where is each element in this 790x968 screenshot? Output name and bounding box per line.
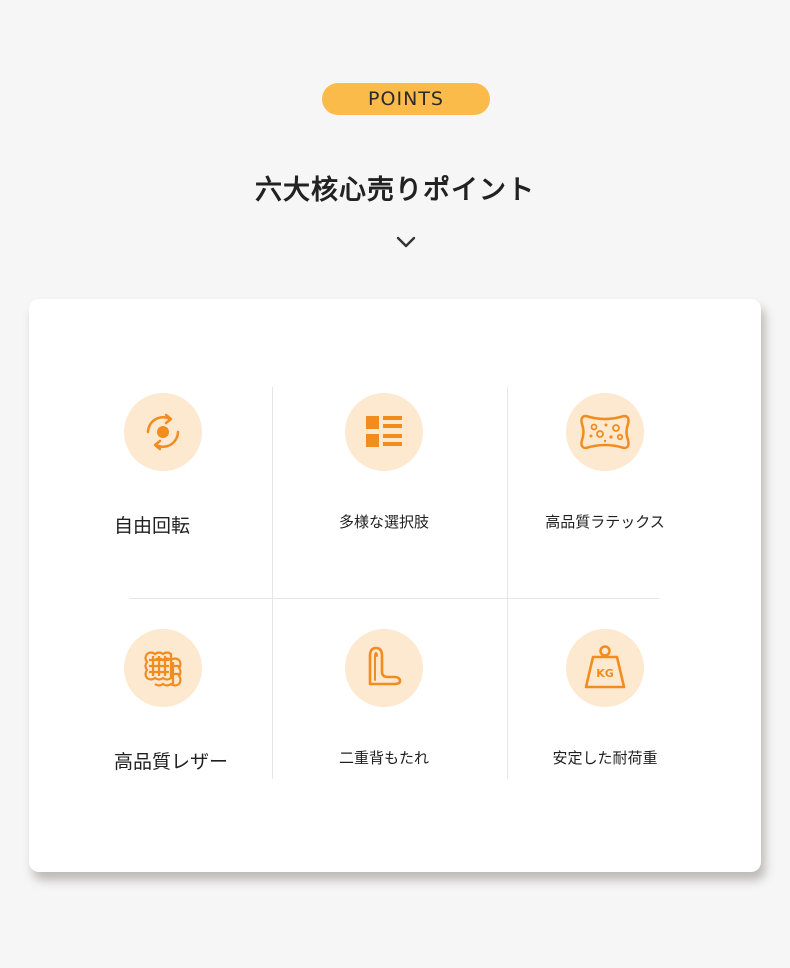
feature-item-load: KG 安定した耐荷重 [495, 629, 715, 768]
feature-label: 二重背もたれ [338, 749, 429, 767]
feature-item-rotation: 自由回転 [53, 393, 273, 538]
icon-circle: KG [566, 629, 644, 707]
feature-item-options: 多様な選択肢 [274, 393, 494, 532]
icon-circle [566, 393, 644, 471]
chevron-down-icon [396, 236, 416, 248]
divider [129, 598, 659, 599]
feature-label: 高品質レザー [114, 751, 229, 773]
grid-list-icon [366, 416, 402, 447]
feature-item-latex: 高品質ラテックス [495, 393, 715, 532]
sponge-icon [580, 414, 630, 450]
feature-item-backrest: 二重背もたれ [274, 629, 494, 768]
icon-circle [124, 629, 202, 707]
points-badge: POINTS [322, 83, 490, 115]
weight-kg-text: KG [596, 667, 614, 680]
feature-label: 安定した耐荷重 [552, 749, 658, 767]
weight-kg-icon: KG [584, 645, 626, 689]
feature-item-leather: 高品質レザー [53, 629, 273, 774]
leather-texture-icon [144, 651, 182, 687]
features-card: 自由回転 多様な選択肢 高品質ラテックス 高品質レザー 二重背もたれ KG 安定… [29, 299, 761, 872]
icon-circle [124, 393, 202, 471]
page-title: 六大核心売りポイント [255, 175, 535, 206]
feature-label: 多様な選択肢 [338, 513, 429, 531]
rotate-icon [146, 413, 180, 451]
icon-circle [345, 393, 423, 471]
feature-label: 自由回転 [114, 515, 191, 537]
feature-label: 高品質ラテックス [545, 513, 665, 531]
backrest-icon [368, 646, 402, 686]
icon-circle [345, 629, 423, 707]
